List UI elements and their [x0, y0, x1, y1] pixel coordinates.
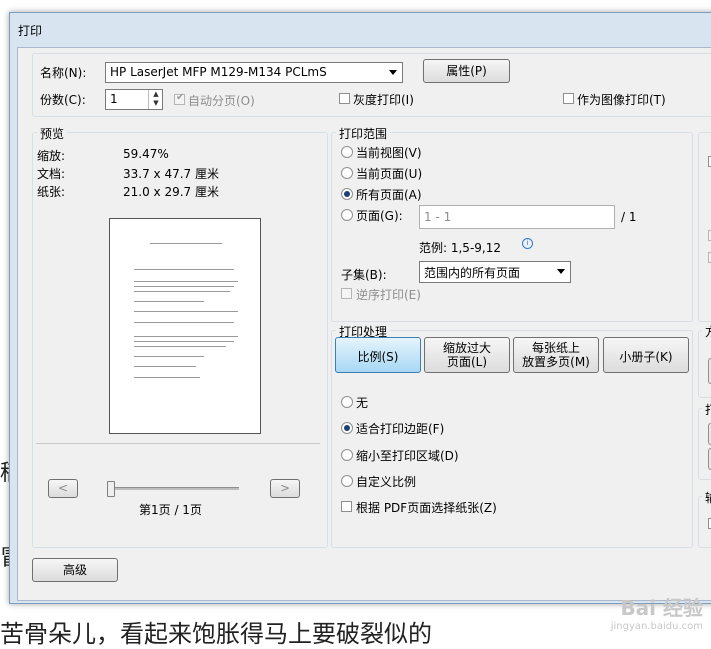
print-as-image-label: 作为图像打印(T) — [577, 93, 666, 107]
right-group-2-title: 方 — [702, 323, 711, 340]
collate-checkbox[interactable]: ✔ — [174, 92, 185, 105]
radio-current-view[interactable] — [341, 146, 353, 158]
preview-text-line — [134, 281, 238, 282]
preview-divider — [36, 443, 320, 444]
page-preview — [109, 218, 261, 434]
preview-title: 预览 — [37, 125, 68, 142]
preview-text-line — [134, 341, 234, 342]
preview-text-line — [134, 291, 230, 292]
tab-booklet[interactable]: 小册子(K) — [603, 337, 689, 373]
radio-pages[interactable] — [341, 209, 353, 221]
radio-current-page-label: 当前页面(U) — [356, 167, 423, 181]
pages-example: 范例: 1,5-9,12 — [419, 241, 501, 255]
printer-select[interactable]: HP LaserJet MFP M129-M134 PCLmS — [105, 62, 403, 83]
watermark: Bai 经验 jingyan.baidu.com — [611, 592, 703, 632]
tab-shrink-label-2: 页面(L) — [446, 355, 488, 369]
tab-multiple-label-2: 放置多页(M) — [522, 355, 590, 369]
document-size-label: 文档: — [37, 167, 66, 181]
pages-total: / 1 — [621, 210, 637, 224]
info-icon[interactable]: i — [522, 238, 533, 249]
watermark-url: jingyan.baidu.com — [610, 621, 703, 632]
dialog-body: 名称(N): HP LaserJet MFP M129-M134 PCLmS 属… — [17, 47, 711, 601]
preview-text-line — [134, 377, 200, 378]
tab-shrink-label-1: 缩放过大 — [442, 341, 491, 355]
preview-text-line — [134, 366, 196, 367]
radio-fit-margins[interactable] — [341, 422, 353, 434]
chevron-down-icon — [389, 70, 397, 75]
properties-button[interactable]: 属性(P) — [423, 59, 510, 83]
subset-select[interactable]: 范围内的所有页面 — [419, 261, 571, 283]
preview-text-line — [134, 356, 204, 357]
radio-current-view-label: 当前视图(V) — [356, 146, 422, 160]
pages-input[interactable]: 1 - 1 — [419, 205, 615, 229]
reverse-order-label: 逆序打印(E) — [356, 288, 421, 302]
preview-text-line — [134, 286, 234, 287]
tab-multiple-pages[interactable]: 每张纸上 放置多页(M) — [513, 337, 599, 373]
radio-current-page[interactable] — [341, 167, 353, 179]
grayscale-checkbox[interactable] — [339, 93, 350, 104]
radio-all-pages[interactable] — [341, 188, 353, 200]
zoom-label: 缩放: — [37, 149, 66, 163]
radio-custom-scale[interactable] — [341, 475, 353, 487]
radio-custom-scale-label: 自定义比例 — [356, 475, 417, 489]
preview-text-line — [134, 336, 238, 337]
document-size-value: 33.7 x 47.7 厘米 — [123, 167, 219, 181]
tab-booklet-label: 小册子(K) — [619, 350, 673, 364]
page-slider-thumb[interactable] — [107, 481, 115, 497]
copies-value: 1 — [110, 92, 118, 106]
watermark-brand: Bai 经验 — [620, 596, 703, 620]
print-as-image-checkbox[interactable] — [563, 93, 574, 104]
radio-selected-dot — [344, 191, 350, 197]
print-dialog: 打印 名称(N): HP LaserJet MFP M129-M134 PCLm… — [9, 12, 711, 604]
radio-shrink-to-area[interactable] — [341, 449, 353, 461]
zoom-value: 59.47% — [123, 147, 169, 161]
right-group-4-title: 输 — [702, 489, 711, 506]
window-title: 打印 — [18, 24, 43, 38]
right-group-3-title: 打 — [702, 401, 711, 418]
tab-shrink-oversized[interactable]: 缩放过大 页面(L) — [424, 337, 510, 373]
page-slider-track[interactable] — [111, 487, 239, 490]
print-range-title: 打印范围 — [336, 125, 391, 142]
preview-text-line — [134, 269, 234, 270]
next-page-button[interactable]: > — [270, 479, 300, 498]
printer-select-value: HP LaserJet MFP M129-M134 PCLmS — [110, 65, 327, 79]
collate-label: 自动分页(O) — [188, 94, 255, 108]
paper-by-pdf-label: 根据 PDF页面选择纸张(Z) — [356, 501, 497, 515]
preview-text-line — [134, 301, 204, 302]
chevron-down-icon — [557, 269, 565, 274]
reverse-order-checkbox[interactable] — [341, 288, 352, 299]
preview-text-line — [134, 311, 238, 312]
radio-fit-margins-label: 适合打印边距(F) — [356, 422, 445, 436]
tab-scale[interactable]: 比例(S) — [335, 337, 421, 373]
radio-shrink-to-area-label: 缩小至打印区域(D) — [356, 449, 459, 463]
background-text-bottom: 苦骨朵儿，看起来饱胀得马上要破裂似的 — [0, 620, 432, 648]
advanced-button[interactable]: 高级 — [32, 558, 118, 582]
radio-scale-none[interactable] — [341, 396, 353, 408]
stepper-down-icon[interactable]: ▼ — [149, 99, 163, 108]
radio-all-pages-label: 所有页面(A) — [356, 188, 422, 202]
radio-scale-none-label: 无 — [356, 396, 369, 410]
stepper-up-icon[interactable]: ▲ — [149, 90, 163, 99]
paper-size-value: 21.0 x 29.7 厘米 — [123, 185, 219, 199]
preview-text-line — [134, 322, 234, 323]
check-icon: ✔ — [176, 92, 185, 103]
preview-text-line — [134, 346, 226, 347]
prev-page-button[interactable]: < — [48, 479, 78, 498]
copies-label: 份数(C): — [40, 93, 86, 107]
radio-pages-label: 页面(G): — [356, 209, 403, 223]
tab-scale-label: 比例(S) — [357, 350, 399, 364]
radio-selected-dot — [344, 425, 350, 431]
grayscale-label: 灰度打印(I) — [353, 93, 414, 107]
subset-label: 子集(B): — [341, 268, 387, 282]
copies-stepper[interactable]: ▲ ▼ — [148, 90, 163, 109]
printer-name-label: 名称(N): — [40, 66, 87, 80]
title-bar[interactable]: 打印 — [10, 13, 711, 47]
preview-text-line — [150, 243, 222, 244]
tab-multiple-label-1: 每张纸上 — [531, 341, 580, 355]
page-indicator: 第1页 / 1页 — [139, 503, 202, 517]
subset-select-value: 范围内的所有页面 — [424, 266, 521, 280]
pages-input-placeholder: 1 - 1 — [424, 210, 452, 224]
paper-size-label: 纸张: — [37, 185, 66, 199]
paper-by-pdf-checkbox[interactable] — [341, 501, 352, 512]
